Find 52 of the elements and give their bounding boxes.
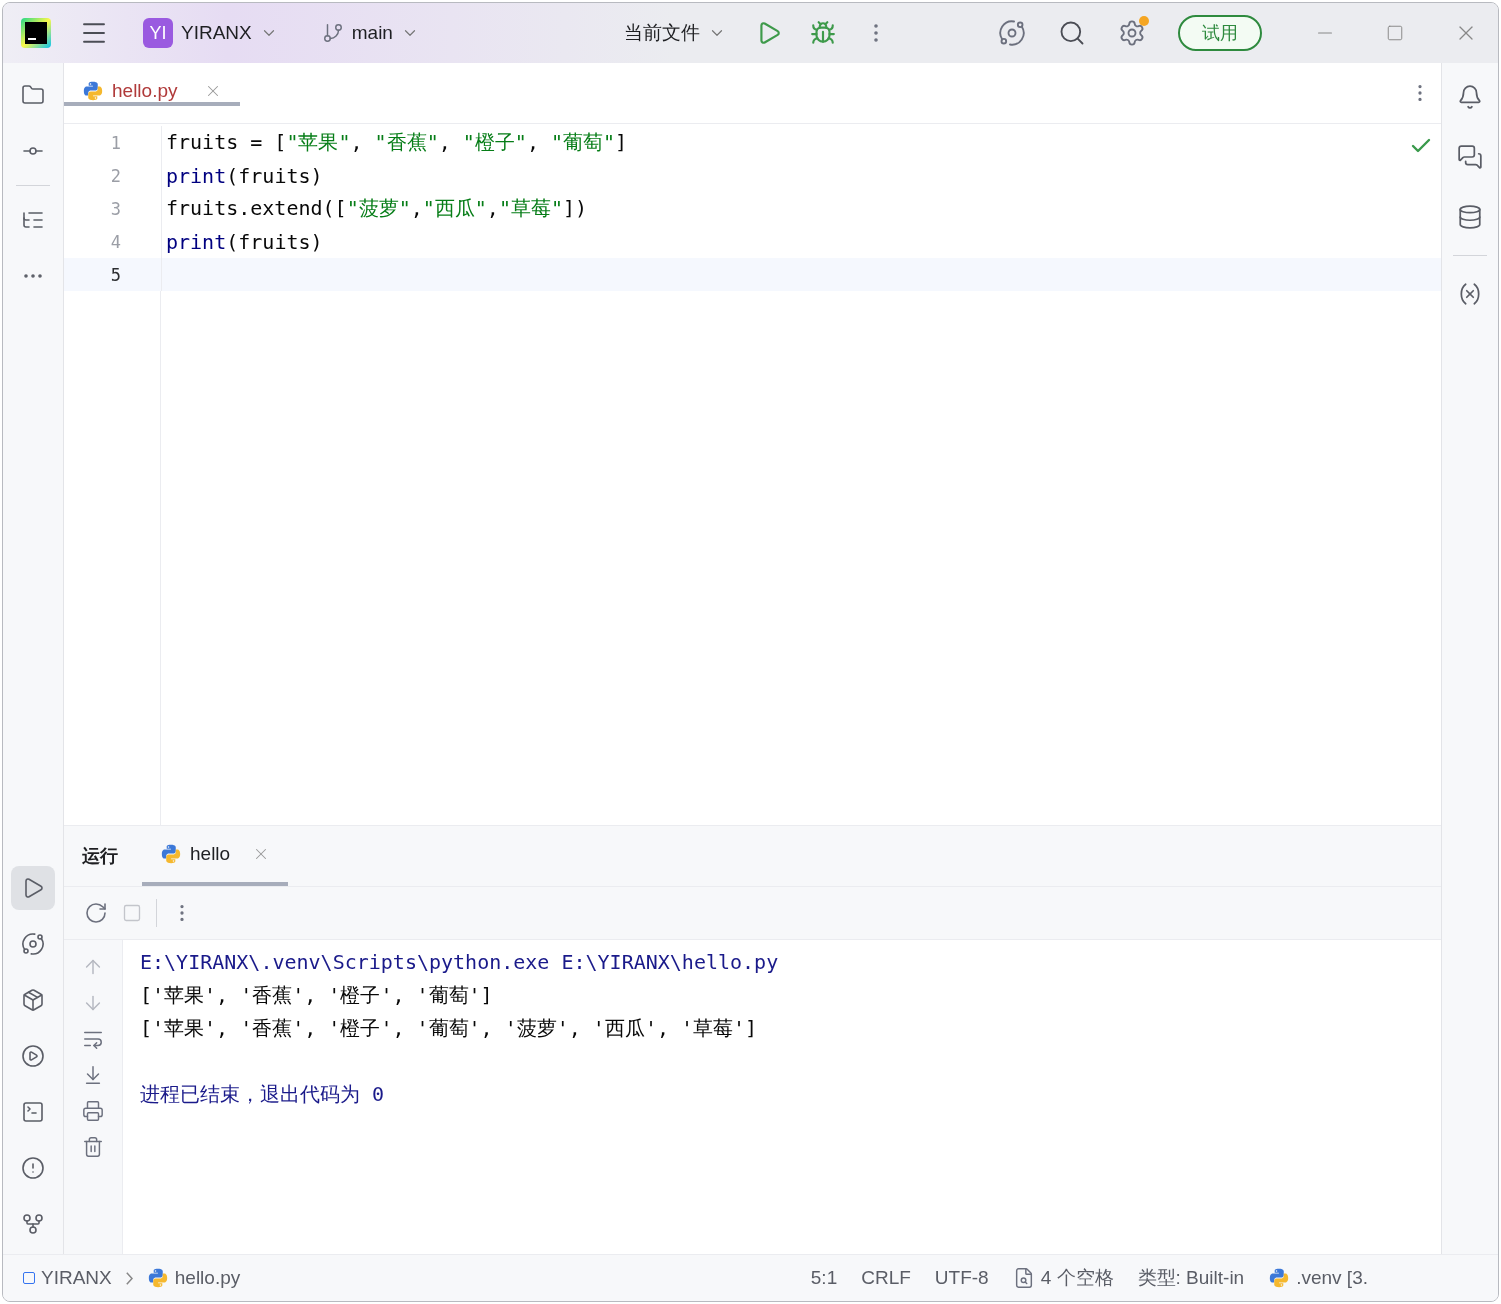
line-number: 5 xyxy=(64,258,162,291)
status-item[interactable]: 4 个空格 xyxy=(1012,1265,1114,1291)
print-icon[interactable] xyxy=(82,1100,104,1122)
database-icon[interactable] xyxy=(1457,204,1483,230)
terminal-icon[interactable] xyxy=(21,1100,45,1124)
python-icon xyxy=(146,1267,169,1289)
status-item[interactable]: .venv [3. xyxy=(1268,1267,1368,1289)
notification-dot xyxy=(1139,16,1149,26)
panel-title: 运行 xyxy=(82,845,118,868)
breadcrumb[interactable]: YIRANX xyxy=(23,1267,112,1289)
status-item[interactable]: 类型: Built-in xyxy=(1137,1265,1245,1291)
search-icon[interactable] xyxy=(1058,19,1086,47)
package-icon[interactable] xyxy=(21,988,45,1012)
line-number: 1 xyxy=(64,126,162,159)
code-line: print(fruits) xyxy=(165,163,323,188)
python-icon xyxy=(82,80,104,102)
settings-icon[interactable] xyxy=(1118,19,1146,47)
debug-icon[interactable] xyxy=(810,20,836,46)
git-icon[interactable] xyxy=(21,1212,45,1236)
breadcrumb[interactable]: hello.py xyxy=(146,1267,241,1289)
branch-icon[interactable] xyxy=(321,22,344,44)
code-line: fruits.extend(["菠萝","西瓜","草莓"]) xyxy=(165,195,588,222)
trash-icon[interactable] xyxy=(82,1136,104,1158)
code-line: print(fruits) xyxy=(165,229,323,254)
python-icon xyxy=(1268,1267,1291,1289)
run-config-selector[interactable]: 当前文件 xyxy=(624,20,726,46)
status-item[interactable]: 5:1 xyxy=(810,1267,838,1289)
project-selector[interactable]: YI YIRANX xyxy=(143,18,278,48)
chat-icon[interactable] xyxy=(1457,144,1483,170)
line-number: 2 xyxy=(64,159,162,192)
console-line: E:\YIRANX\.venv\Scripts\python.exe E:\YIRANX\hello.py xyxy=(140,949,780,976)
console-line: ['苹果', '香蕉', '橙子', '葡萄', '菠萝', '西瓜', '草莓'] xyxy=(140,1015,759,1042)
console-line: 进程已结束，退出代码为 0 xyxy=(140,1081,386,1108)
trial-button[interactable]: 试用 xyxy=(1178,15,1262,51)
chevron-right-icon xyxy=(125,1271,133,1285)
python-icon xyxy=(160,843,182,865)
editor-tab[interactable]: hello.py xyxy=(64,80,240,106)
services-icon[interactable] xyxy=(21,1044,45,1068)
notifications-icon[interactable] xyxy=(1457,84,1483,110)
project-square-icon xyxy=(23,1272,35,1284)
code-line: fruits = ["苹果", "香蕉", "橙子", "葡萄"] xyxy=(165,129,628,156)
project-badge: YI xyxy=(143,18,173,48)
console-line: ['苹果', '香蕉', '橙子', '葡萄'] xyxy=(140,982,494,1009)
problems-icon[interactable] xyxy=(21,1156,45,1180)
run-tool-button[interactable] xyxy=(11,866,55,910)
rerun-icon[interactable] xyxy=(84,901,108,925)
line-number: 3 xyxy=(64,192,162,225)
branch-selector[interactable]: main xyxy=(321,22,419,44)
folder-icon[interactable] xyxy=(21,83,45,107)
status-item[interactable]: CRLF xyxy=(861,1267,911,1289)
status-item[interactable]: UTF-8 xyxy=(934,1267,989,1289)
app-logo-icon[interactable] xyxy=(21,18,51,48)
